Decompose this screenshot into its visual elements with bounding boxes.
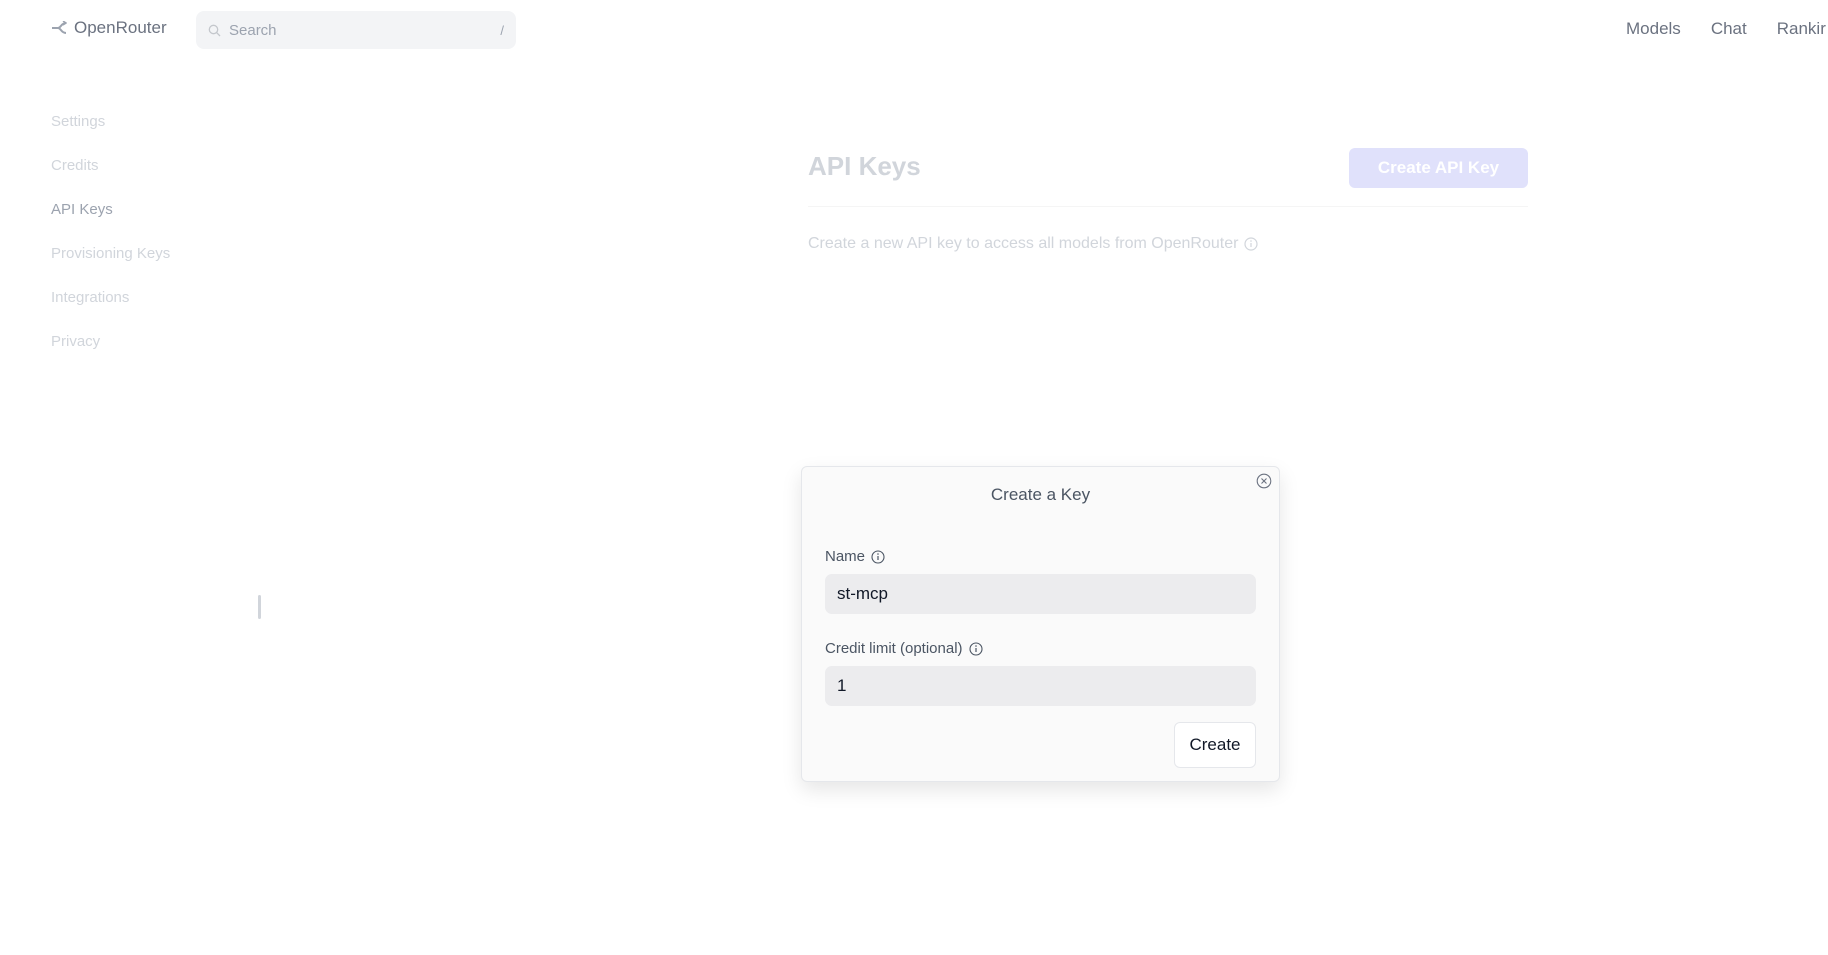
page-description: Create a new API key to access all model… bbox=[808, 235, 1259, 253]
nav-chat[interactable]: Chat bbox=[1711, 19, 1747, 39]
search-icon bbox=[208, 24, 221, 37]
top-bar: OpenRouter Search / Models Chat Rankir bbox=[0, 0, 1828, 60]
sidebar-item-settings[interactable]: Settings bbox=[51, 110, 251, 154]
description-text: Create a new API key to access all model… bbox=[808, 235, 1239, 252]
create-button[interactable]: Create bbox=[1174, 722, 1256, 768]
openrouter-logo-icon bbox=[51, 21, 67, 35]
brand-name: OpenRouter bbox=[74, 18, 167, 37]
credit-limit-info-icon[interactable] bbox=[968, 641, 983, 656]
credit-limit-label: Credit limit (optional) bbox=[825, 640, 963, 657]
credit-limit-input[interactable] bbox=[825, 666, 1256, 706]
sidebar-resize-handle[interactable] bbox=[258, 595, 261, 619]
search-box[interactable]: Search / bbox=[196, 11, 516, 49]
create-key-modal: Create a Key Name Credit limit (optional… bbox=[801, 466, 1280, 782]
nav-rankings[interactable]: Rankir bbox=[1777, 19, 1826, 39]
modal-title: Create a Key bbox=[990, 485, 1091, 504]
name-input[interactable] bbox=[825, 574, 1256, 614]
page-title: API Keys bbox=[808, 151, 921, 181]
create-api-key-button[interactable]: Create API Key bbox=[1349, 148, 1528, 188]
brand-logo[interactable]: OpenRouter bbox=[51, 18, 167, 38]
divider bbox=[808, 206, 1528, 207]
sidebar-item-provisioning-keys[interactable]: Provisioning Keys bbox=[51, 242, 251, 286]
nav-models[interactable]: Models bbox=[1626, 19, 1681, 39]
sidebar-item-privacy[interactable]: Privacy bbox=[51, 330, 251, 374]
sidebar-item-credits[interactable]: Credits bbox=[51, 154, 251, 198]
info-icon[interactable] bbox=[1244, 237, 1259, 251]
sidebar: Settings Credits API Keys Provisioning K… bbox=[51, 110, 251, 374]
credit-limit-label-row: Credit limit (optional) bbox=[825, 640, 983, 657]
name-info-icon[interactable] bbox=[871, 549, 885, 564]
search-placeholder: Search bbox=[229, 21, 277, 39]
sidebar-item-api-keys[interactable]: API Keys bbox=[51, 198, 251, 242]
top-nav: Models Chat Rankir bbox=[1626, 19, 1826, 39]
search-shortcut: / bbox=[500, 22, 504, 38]
name-label: Name bbox=[825, 548, 866, 565]
sidebar-item-integrations[interactable]: Integrations bbox=[51, 286, 251, 330]
name-label-row: Name bbox=[825, 548, 885, 565]
